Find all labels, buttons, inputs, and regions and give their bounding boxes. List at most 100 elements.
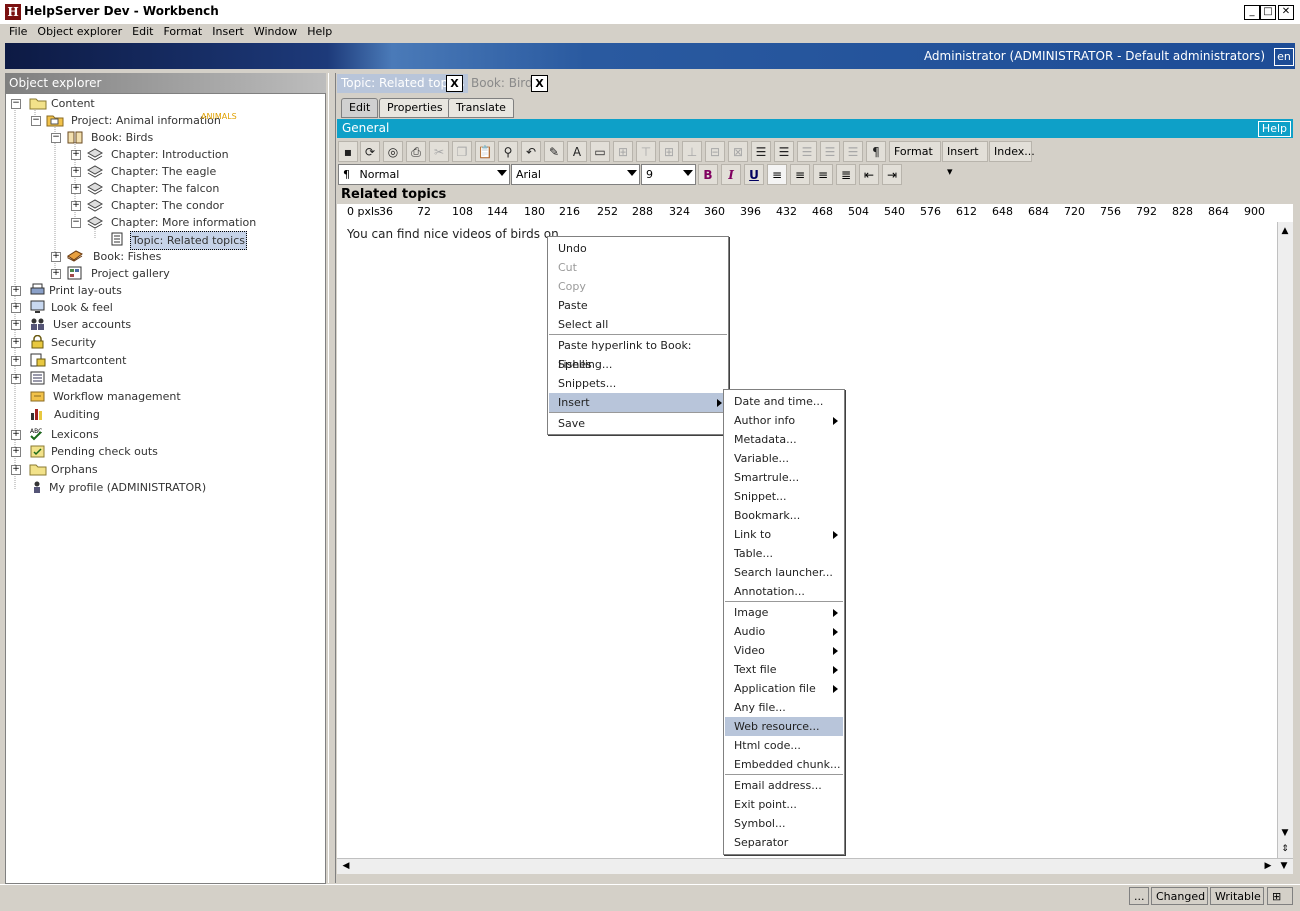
menu-item-select-all[interactable]: Select all [549,315,727,334]
menu-insert[interactable]: Insert [207,24,249,39]
scroll-down-small-icon[interactable]: ▼ [1277,859,1291,873]
close-tab-button[interactable]: X [446,75,463,92]
scroll-right-icon[interactable]: ▶ [1261,859,1275,873]
tab-translate[interactable]: Translate [448,98,514,118]
menu-item-copy[interactable]: Copy [549,277,727,296]
table-merge-icon[interactable]: ⊠ [728,141,748,162]
submenu-item-variable[interactable]: Variable... [725,449,843,468]
submenu-item-embedded-chunk[interactable]: Embedded chunk... [725,755,843,774]
submenu-item-symbol[interactable]: Symbol... [725,814,843,833]
menu-item-snippets[interactable]: Snippets... [549,374,727,393]
outdent-icon[interactable]: ⇤ [859,164,879,185]
submenu-item-search-launcher[interactable]: Search launcher... [725,563,843,582]
submenu-item-exit-point[interactable]: Exit point... [725,795,843,814]
editor-text[interactable]: You can find nice videos of birds on [347,227,559,241]
submenu-item-table[interactable]: Table... [725,544,843,563]
font-select[interactable]: Arial [511,164,640,185]
minimize-button[interactable]: _ [1244,5,1260,20]
submenu-item-snippet[interactable]: Snippet... [725,487,843,506]
submenu-item-author-info[interactable]: Author info [725,411,843,430]
panel-splitter[interactable] [328,73,336,883]
find-icon[interactable]: ⚲ [498,141,518,162]
frame-icon[interactable]: ▭ [590,141,610,162]
expand-toggle[interactable]: + [11,303,21,313]
expand-toggle[interactable]: + [11,286,21,296]
format-dropdown[interactable]: Format ▾ [889,141,941,178]
scroll-page-icon[interactable]: ⇕ [1278,842,1292,856]
paragraph-mark-icon[interactable]: ¶ [866,141,886,162]
submenu-item-any-file[interactable]: Any file... [725,698,843,717]
indent-icon[interactable]: ⇥ [882,164,902,185]
style-select[interactable]: ¶ Normal [338,164,510,185]
vertical-scrollbar[interactable]: ▲ ▼ ⇕ [1277,222,1293,858]
tab-properties[interactable]: Properties [379,98,451,118]
expand-toggle[interactable]: + [11,338,21,348]
expand-toggle[interactable]: + [71,201,81,211]
tab-edit[interactable]: Edit [341,98,379,118]
underline-button[interactable]: U [744,164,764,185]
menu-item-paste-hyperlink[interactable]: Paste hyperlink to Book: Fishes [549,336,727,371]
italic-button[interactable]: I [721,164,741,185]
close-tab-button[interactable]: X [531,75,548,92]
save-icon[interactable]: ▪ [338,141,358,162]
align-left-icon[interactable]: ≡ [767,164,787,185]
expand-toggle[interactable]: + [11,374,21,384]
expand-toggle[interactable]: + [11,356,21,366]
copy-icon[interactable]: ❐ [452,141,472,162]
table-insert-above-icon[interactable]: ⊤ [636,141,656,162]
submenu-item-annotation[interactable]: Annotation... [725,582,843,601]
expand-toggle[interactable]: + [11,465,21,475]
scroll-down-icon[interactable]: ▼ [1278,826,1292,840]
expand-toggle[interactable]: + [11,430,21,440]
insert-dropdown[interactable]: Insert ▾ [942,141,988,178]
table-insert-right-icon[interactable]: ⊞ [659,141,679,162]
menu-item-save[interactable]: Save [549,414,727,433]
submenu-item-image[interactable]: Image [725,603,843,622]
submenu-item-separator[interactable]: Separator [725,833,843,852]
status-dots-button[interactable]: ... [1129,887,1149,905]
expand-toggle[interactable]: + [71,184,81,194]
undo-icon[interactable]: ↶ [521,141,541,162]
font-color-icon[interactable]: A [567,141,587,162]
expand-toggle[interactable]: + [11,320,21,330]
menu-item-paste[interactable]: Paste [549,296,727,315]
expand-toggle[interactable]: + [71,150,81,160]
submenu-item-video[interactable]: Video [725,641,843,660]
submenu-item-email-address[interactable]: Email address... [725,776,843,795]
highlight-icon[interactable]: ✎ [544,141,564,162]
menu-item-spelling[interactable]: Spelling... [549,355,727,374]
paste-icon[interactable]: 📋 [475,141,495,162]
resize-grip-icon[interactable]: ⊞ [1267,887,1293,905]
submenu-item-application-file[interactable]: Application file [725,679,843,698]
cut-icon[interactable]: ✂ [429,141,449,162]
menu-item-insert[interactable]: Insert [549,393,727,412]
submenu-item-smartrule[interactable]: Smartrule... [725,468,843,487]
scroll-up-icon[interactable]: ▲ [1278,224,1292,238]
collapse-toggle[interactable]: − [31,116,41,126]
justify-icon[interactable]: ≣ [836,164,856,185]
submenu-item-bookmark[interactable]: Bookmark... [725,506,843,525]
table-insert-left-icon[interactable]: ⊞ [613,141,633,162]
submenu-item-metadata[interactable]: Metadata... [725,430,843,449]
menu-window[interactable]: Window [249,24,302,39]
submenu-item-web-resource[interactable]: Web resource... [725,717,843,736]
bold-button[interactable]: B [698,164,718,185]
menu-item-cut[interactable]: Cut [549,258,727,277]
table-insert-below-icon[interactable]: ⊥ [682,141,702,162]
align-center-icon[interactable]: ≡ [790,164,810,185]
table-delete-icon[interactable]: ⊟ [705,141,725,162]
submenu-item-html-code[interactable]: Html code... [725,736,843,755]
list-outdent-icon[interactable]: ☰ [797,141,817,162]
submenu-item-text-file[interactable]: Text file [725,660,843,679]
menu-file[interactable]: File [4,24,32,39]
menu-item-undo[interactable]: Undo [549,239,727,258]
close-window-button[interactable]: ✕ [1278,5,1294,20]
expand-toggle[interactable]: + [11,447,21,457]
collapse-toggle[interactable]: − [11,99,21,109]
submenu-item-link-to[interactable]: Link to [725,525,843,544]
refresh-icon[interactable]: ⟳ [360,141,380,162]
help-button[interactable]: Help [1257,121,1291,137]
collapse-toggle[interactable]: − [51,133,61,143]
size-select[interactable]: 9 [641,164,696,185]
menu-format[interactable]: Format [158,24,207,39]
